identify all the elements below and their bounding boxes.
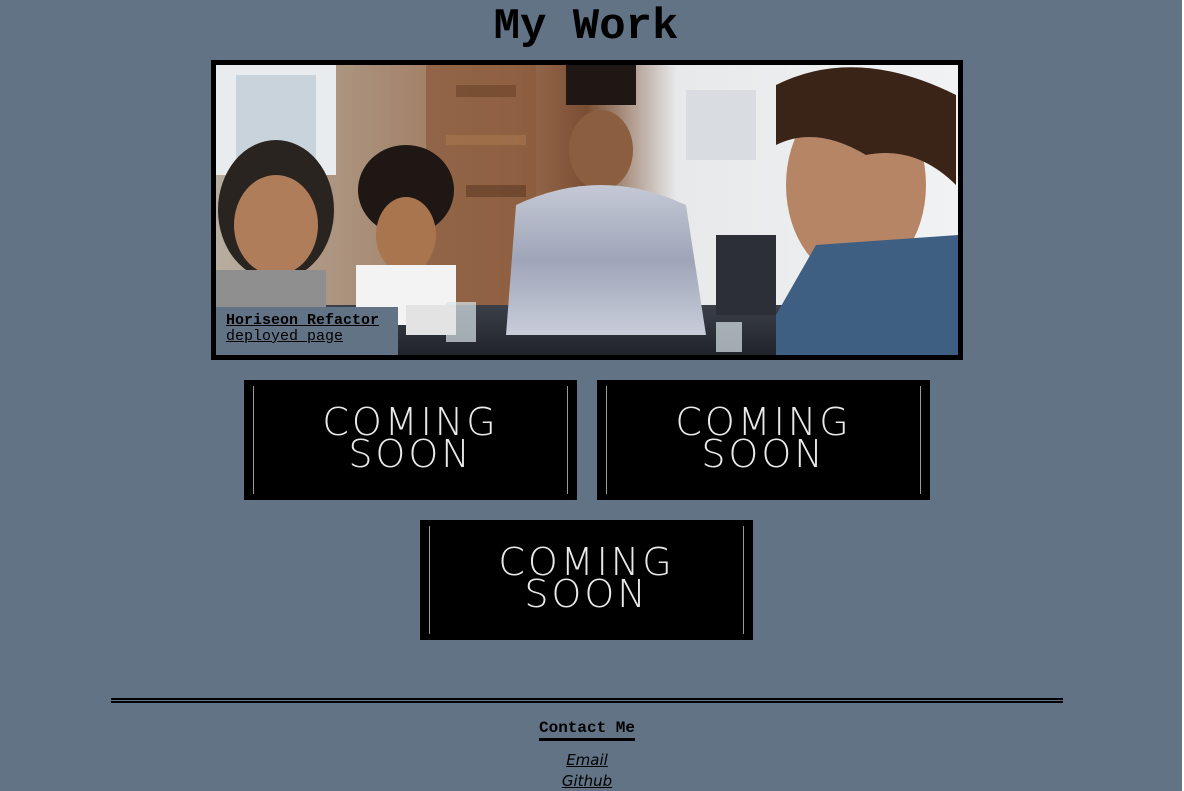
coming-soon-label: COMING SOON [675,400,852,476]
coming-soon-card[interactable]: COMING SOON [244,380,577,500]
coming-soon-label: COMING SOON [322,400,499,476]
project-caption: Horiseon Refactor deployed page [216,307,398,355]
featured-project-card[interactable]: Horiseon Refactor deployed page [211,60,963,360]
deployed-page-link[interactable]: deployed page [226,329,398,345]
contact-links: Email Github [0,750,1174,791]
coming-soon-card[interactable]: COMING SOON [597,380,930,500]
coming-soon-label: COMING SOON [498,540,675,616]
contact-heading-text: Contact Me [538,719,635,741]
footer-divider [111,698,1063,703]
contact-heading: Contact Me [0,719,1174,741]
page-title: My Work [493,2,679,52]
project-title-link[interactable]: Horiseon Refactor [226,313,398,329]
email-link[interactable]: Email [0,750,1174,771]
github-link[interactable]: Github [0,771,1174,791]
coming-soon-card[interactable]: COMING SOON [420,520,753,640]
